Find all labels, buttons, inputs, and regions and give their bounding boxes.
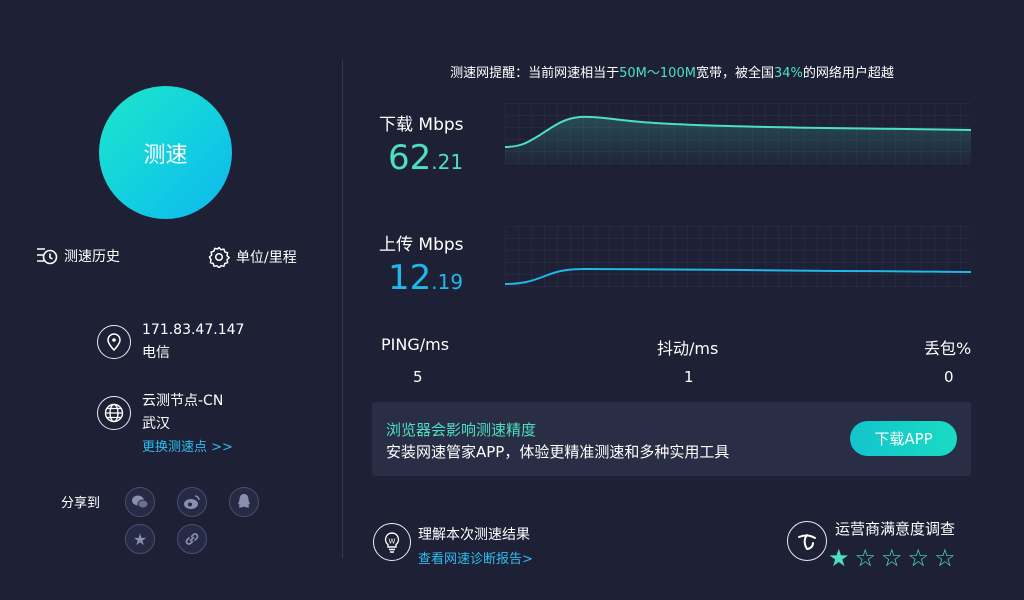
notice-prefix: 测速网提醒：当前网速相当于 [450,66,620,81]
satisfaction-rating[interactable]: ★ ☆ ☆ ☆ ☆ [828,546,956,570]
upload-chart [505,226,971,288]
svg-text:W: W [389,538,396,546]
star-icon[interactable]: ☆ [908,546,930,570]
star-icon[interactable]: ☆ [934,546,956,570]
ping-label: PING/ms [381,335,450,354]
history-label: 测速历史 [64,249,120,265]
notice-suffix: 的网络用户超越 [802,66,894,81]
packet-loss-label: 丢包% [924,339,972,358]
download-speed: 62.21 [388,138,463,178]
download-label: 下载 Mbps [379,115,464,135]
location-pin-icon [97,325,131,359]
change-node-link[interactable]: 更换测速点 >> [142,436,233,459]
download-app-label: 下载APP [874,430,933,448]
isp-name: 电信 [142,345,170,361]
qq-icon[interactable] [229,487,259,517]
download-int: 62 [388,138,432,178]
speed-test-label: 测速 [143,142,188,168]
jitter-label: 抖动/ms [657,339,719,358]
panel-divider [342,60,343,558]
download-app-button[interactable]: 下载APP [850,421,957,456]
history-icon [37,248,58,265]
promo-desc: 安装网速管家APP，体验更精准测速和多种实用工具 [386,443,730,461]
node-city: 武汉 [142,416,170,432]
promo-title: 浏览器会影响测速精度 [386,421,537,439]
lightbulb-icon: W [373,523,411,561]
upload-int: 12 [388,258,432,298]
star-icon[interactable]: ★ [828,546,850,570]
diagnosis-report-link[interactable]: 查看网速诊断报告> [418,548,533,567]
share-label: 分享到 [61,496,101,511]
survey-title: 运营商满意度调查 [835,520,956,538]
star-icon[interactable]: ☆ [855,546,877,570]
link-icon[interactable] [177,524,207,554]
upload-label: 上传 Mbps [379,235,464,255]
gear-icon [208,246,230,268]
telecom-logo-icon [787,521,827,561]
globe-icon [97,396,131,430]
jitter-value: 1 [684,368,694,386]
download-chart [505,103,971,165]
speed-notice: 测速网提醒：当前网速相当于50M～100M宽带，被全国34%的网络用户超越 [372,62,972,81]
ip-address: 171.83.47.147 [142,322,245,338]
wechat-icon[interactable] [125,487,155,517]
upload-dec: .19 [431,270,464,294]
notice-percent: 34% [773,66,803,81]
packet-loss-value: 0 [944,368,954,386]
notice-band: 50M～100M [619,66,696,81]
star-icon[interactable]: ☆ [881,546,903,570]
upload-speed: 12.19 [388,258,463,298]
download-dec: .21 [431,150,464,174]
notice-middle: 宽带，被全国 [695,66,774,81]
weibo-icon[interactable] [177,487,207,517]
result-title: 理解本次测速结果 [418,527,530,543]
unit-settings-button[interactable]: 单位/里程 [208,246,297,268]
ip-info: 171.83.47.147 电信 [142,319,244,365]
node-info: 云测节点-CN 武汉 更换测速点 >> [142,390,233,459]
speed-test-button[interactable]: 测速 [99,86,232,219]
ping-value: 5 [413,368,423,386]
node-name: 云测节点-CN [142,393,224,409]
unit-label: 单位/里程 [236,250,297,266]
history-button[interactable]: 测速历史 [36,246,120,266]
favorite-icon[interactable]: ★ [125,524,155,554]
